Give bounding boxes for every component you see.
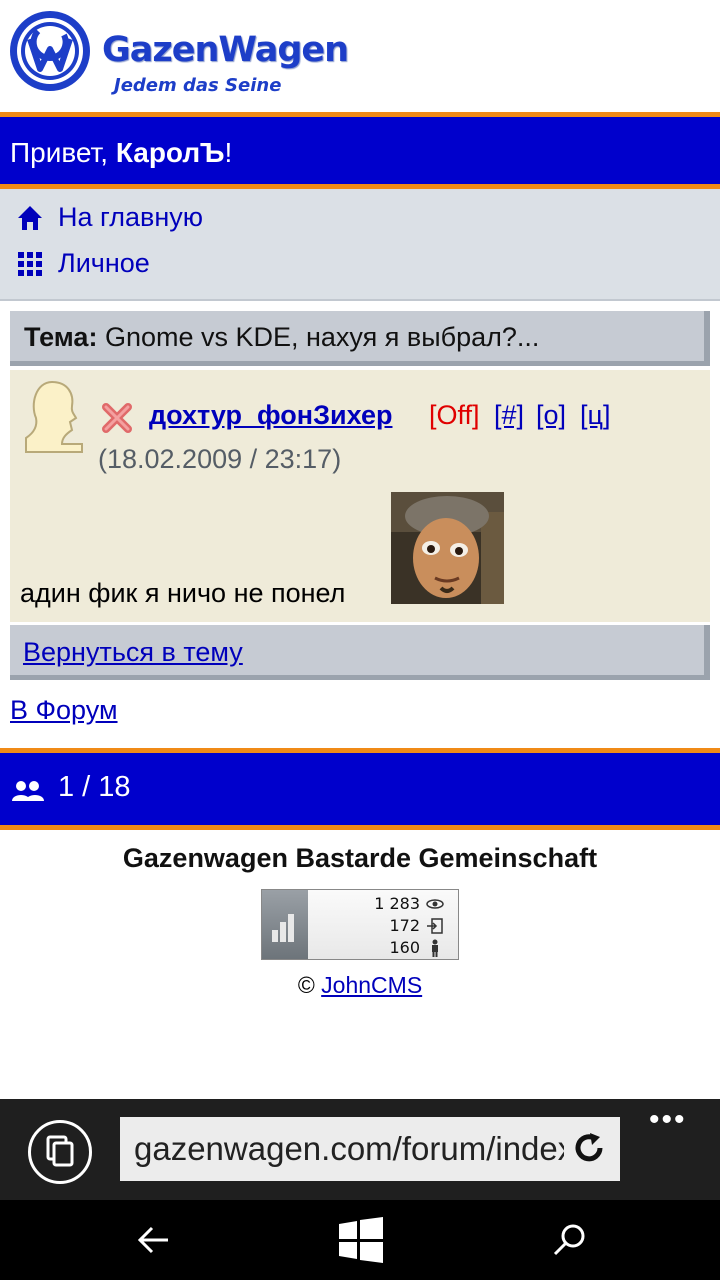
post-link-cite[interactable]: [ц]	[580, 400, 610, 431]
gazenwagen-emblem-icon[interactable]	[8, 9, 92, 93]
back-to-topic-link[interactable]: Вернуться в тему	[23, 637, 243, 668]
author-status-badge: [Off]	[429, 400, 480, 430]
counter-visits: 172	[389, 916, 420, 935]
browser-address-bar: gazenwagen.com/forum/index.php •••	[0, 1099, 720, 1200]
home-icon	[18, 205, 42, 230]
bar-chart-icon	[272, 914, 294, 942]
more-options-icon[interactable]: •••	[649, 1105, 687, 1135]
topic-title: Тема: Gnome vs KDE, нахуя я выбрал?...	[24, 322, 539, 353]
url-field[interactable]: gazenwagen.com/forum/index.php	[120, 1117, 620, 1181]
johncms-link[interactable]: JohnCMS	[321, 972, 422, 998]
site-name: Gazenwagen Bastarde Gemeinschaft	[122, 843, 598, 873]
url-text: gazenwagen.com/forum/index.php	[134, 1130, 564, 1167]
system-nav-bar	[0, 1200, 720, 1280]
counter-views: 1 283	[374, 894, 420, 913]
menu-item-personal[interactable]: Личное	[16, 248, 150, 279]
eye-icon	[426, 899, 444, 909]
person-icon	[432, 939, 438, 957]
greeting-bar: Привет, КаролЪ!	[0, 112, 720, 189]
greeting-suffix: !	[224, 137, 233, 168]
topic-label: Тема:	[24, 322, 98, 352]
refresh-icon[interactable]	[572, 1131, 606, 1165]
greeting-text: Привет, КаролЪ!	[10, 137, 232, 169]
post-timestamp: (18.02.2009 / 23:17)	[98, 444, 342, 474]
topic-name: Gnome vs KDE, нахуя я выбрал?...	[97, 322, 540, 352]
topic-header: Тема: Gnome vs KDE, нахуя я выбрал?...	[10, 311, 710, 366]
copyright-symbol: ©	[297, 972, 322, 998]
logo-slogan: Jedem das Seine	[114, 75, 282, 96]
online-count: 1 / 18	[58, 771, 131, 803]
default-avatar-icon	[25, 380, 83, 453]
tabs-button[interactable]	[28, 1120, 92, 1184]
menu-item-home[interactable]: На главную	[16, 202, 203, 233]
post-author-link[interactable]: дохтур_фонЗихер	[149, 400, 392, 431]
menu-item-home-label: На главную	[58, 202, 204, 232]
post-link-anchor[interactable]: [#]	[494, 400, 524, 431]
site-header: GazenWagen Jedem das Seine	[0, 0, 720, 112]
post-message: адин фик я ничо не понел	[20, 578, 346, 608]
logo-name: GazenWagen	[102, 30, 349, 70]
greeting-username: КаролЪ	[115, 137, 225, 168]
forum-post: дохтур_фонЗихер [Off] [#] [о] [ц] (18.02…	[10, 370, 710, 622]
smiley-photo-image	[391, 492, 504, 604]
copyright: © JohnCMS	[0, 972, 720, 999]
post-link-quote[interactable]: [о]	[536, 400, 566, 431]
online-users-bar[interactable]: 1 / 18	[0, 748, 720, 830]
tabs-icon	[46, 1135, 74, 1167]
enter-icon	[427, 918, 443, 934]
counter-logo	[262, 890, 308, 959]
greeting-prefix: Привет,	[10, 137, 116, 168]
visit-counter-widget[interactable]: 1 283 172 160	[261, 889, 459, 960]
forum-link[interactable]: В Форум	[10, 695, 118, 726]
back-to-topic-box: Вернуться в тему	[10, 625, 710, 680]
counter-users: 160	[389, 938, 420, 957]
users-icon	[12, 781, 44, 801]
grid-icon	[18, 251, 42, 276]
windows-start-icon[interactable]	[338, 1217, 384, 1263]
search-icon[interactable]	[551, 1222, 587, 1258]
menu-item-personal-label: Личное	[58, 248, 150, 278]
offline-status-icon	[102, 403, 132, 433]
back-arrow-icon[interactable]	[136, 1222, 172, 1258]
